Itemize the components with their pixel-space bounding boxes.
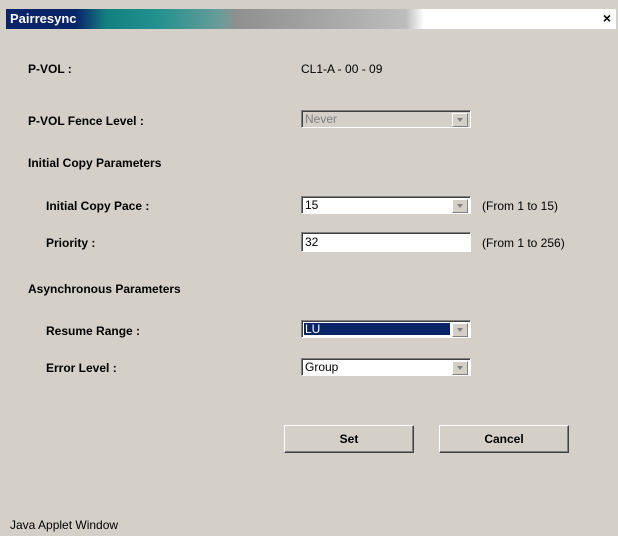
- priority-range-hint: (From 1 to 256): [482, 236, 565, 250]
- error-level-label: Error Level :: [46, 361, 117, 375]
- initial-copy-pace-value: 15: [305, 198, 319, 212]
- resume-range-value: LU: [305, 322, 321, 336]
- fence-level-value: Never: [305, 112, 338, 126]
- pace-range-hint: (From 1 to 15): [482, 199, 559, 213]
- cancel-button[interactable]: Cancel: [439, 425, 569, 453]
- pvol-value: CL1-A - 00 - 09: [301, 62, 383, 76]
- async-params-header: Asynchronous Parameters: [28, 282, 181, 296]
- pairresync-dialog: Pairresync × P-VOL : CL1-A - 00 - 09 P-V…: [0, 0, 618, 536]
- priority-label: Priority :: [46, 236, 96, 250]
- resume-range-label: Resume Range :: [46, 324, 141, 338]
- selection-highlight: [304, 323, 450, 335]
- set-button[interactable]: Set: [284, 425, 414, 453]
- chevron-down-icon[interactable]: [452, 323, 468, 337]
- window-title: Pairresync: [10, 11, 77, 26]
- error-level-select[interactable]: Group: [301, 358, 471, 376]
- pvol-label: P-VOL :: [28, 62, 72, 76]
- chevron-down-icon: [452, 113, 468, 127]
- dialog-body: P-VOL : CL1-A - 00 - 09 P-VOL Fence Leve…: [6, 30, 616, 508]
- fence-level-label: P-VOL Fence Level :: [28, 114, 144, 128]
- initial-copy-pace-select[interactable]: 15: [301, 196, 471, 214]
- error-level-value: Group: [305, 360, 339, 374]
- title-bar: Pairresync ×: [6, 9, 616, 29]
- initial-copy-header: Initial Copy Parameters: [28, 156, 162, 170]
- chevron-down-icon[interactable]: [452, 199, 468, 213]
- chevron-down-icon[interactable]: [452, 361, 468, 375]
- resume-range-select[interactable]: LU: [301, 320, 471, 338]
- fence-level-select: Never: [301, 110, 471, 128]
- close-icon[interactable]: ×: [600, 11, 614, 25]
- initial-copy-pace-label: Initial Copy Pace :: [46, 199, 150, 213]
- applet-window-footer: Java Applet Window: [10, 518, 119, 532]
- priority-input[interactable]: 32: [301, 232, 471, 252]
